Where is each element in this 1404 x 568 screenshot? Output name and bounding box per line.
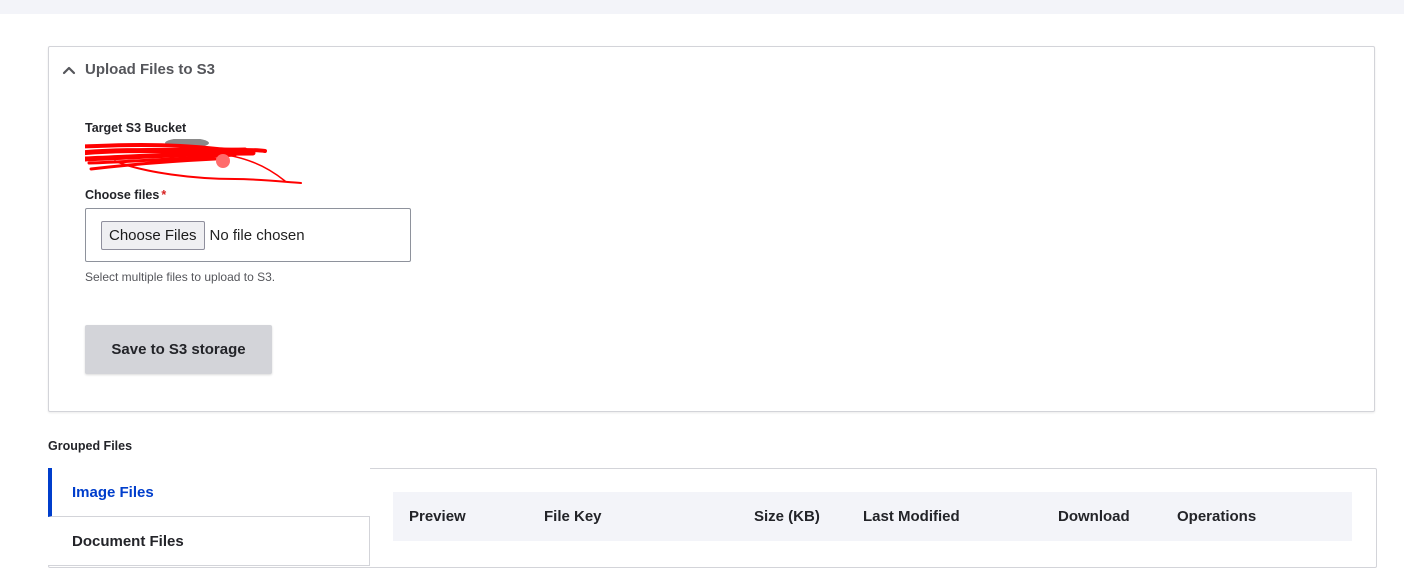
tab-image-files[interactable]: Image Files bbox=[48, 468, 370, 517]
chevron-up-icon bbox=[62, 66, 76, 74]
redaction-scribble bbox=[69, 138, 302, 184]
choose-files-label-text: Choose files bbox=[85, 188, 160, 202]
column-header-last-modified[interactable]: Last Modified bbox=[863, 508, 960, 525]
grouped-files-tabs: Image Files Document Files Preview File … bbox=[48, 468, 1377, 568]
tab-document-files[interactable]: Document Files bbox=[48, 517, 370, 566]
choose-files-label: Choose files * bbox=[85, 188, 166, 202]
column-header-file-key[interactable]: File Key bbox=[544, 508, 602, 525]
file-input-description: Select multiple files to upload to S3. bbox=[85, 270, 276, 284]
column-header-operations: Operations bbox=[1177, 508, 1257, 525]
panel-summary-toggle[interactable]: Upload Files to S3 bbox=[61, 61, 215, 78]
choose-files-button[interactable]: Choose Files bbox=[101, 220, 205, 250]
bucket-label: Target S3 Bucket bbox=[85, 121, 187, 135]
column-header-download: Download bbox=[1058, 508, 1130, 525]
column-header-preview[interactable]: Preview bbox=[409, 508, 466, 525]
file-input-status: No file chosen bbox=[209, 226, 305, 244]
top-toolbar-strip bbox=[0, 0, 1404, 14]
panel-title: Upload Files to S3 bbox=[85, 61, 216, 78]
grouped-files-title: Grouped Files bbox=[48, 439, 133, 453]
file-input: Choose Files No file chosen bbox=[85, 208, 411, 262]
redacted-bucket-value bbox=[69, 138, 315, 187]
vertical-tab-list: Image Files Document Files bbox=[48, 468, 370, 566]
files-table-header: Preview File Key Size (KB) Last Modified… bbox=[393, 492, 1352, 541]
upload-details-panel: Upload Files to S3 Target S3 Bucket Choo… bbox=[48, 46, 1375, 412]
required-marker: * bbox=[161, 188, 167, 202]
save-to-s3-button[interactable]: Save to S3 storage bbox=[85, 325, 272, 374]
column-header-size[interactable]: Size (KB) bbox=[754, 508, 820, 525]
